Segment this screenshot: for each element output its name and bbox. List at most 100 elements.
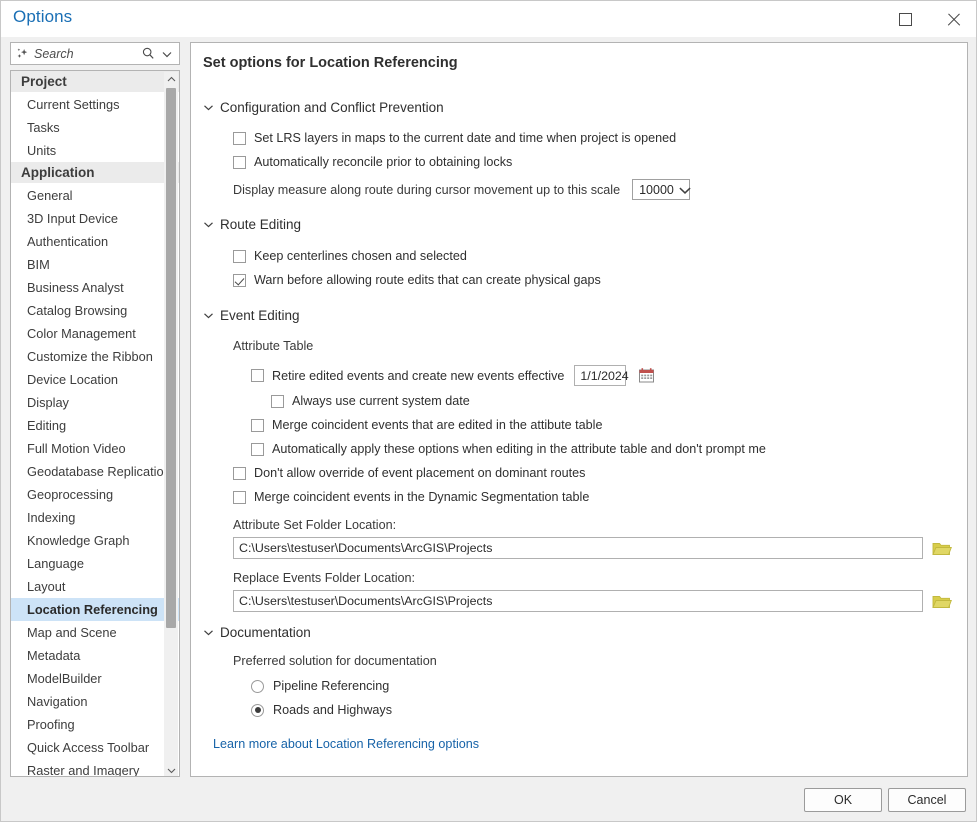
chevron-down-icon xyxy=(678,183,692,197)
cancel-button[interactable]: Cancel xyxy=(888,788,966,812)
radio-pipeline-referencing[interactable] xyxy=(251,680,264,693)
chevron-down-icon xyxy=(203,219,214,230)
folder-icon[interactable] xyxy=(932,540,952,557)
section-event-editing: Event Editing Attribute Table Retire edi… xyxy=(191,308,968,612)
replace-events-folder-input[interactable]: C:\Users\testuser\Documents\ArcGIS\Proje… xyxy=(233,590,923,612)
sidebar-item-full-motion-video[interactable]: Full Motion Video xyxy=(11,437,179,460)
checkbox-warn-gaps[interactable] xyxy=(233,274,246,287)
search-box[interactable]: Search xyxy=(10,42,180,65)
sidebar-item-customize-the-ribbon[interactable]: Customize the Ribbon xyxy=(11,345,179,368)
checkbox-auto-apply-options[interactable] xyxy=(251,443,264,456)
sidebar-group-application[interactable]: Application xyxy=(11,162,179,184)
close-icon xyxy=(946,12,961,27)
checkbox-row-auto-apply[interactable]: Automatically apply these options when e… xyxy=(251,442,968,456)
checkbox-merge-coincident-attribute[interactable] xyxy=(251,419,264,432)
sidebar-item-current-settings[interactable]: Current Settings xyxy=(11,93,179,116)
close-button[interactable] xyxy=(930,1,976,37)
search-input[interactable]: Search xyxy=(34,47,141,61)
chevron-down-icon xyxy=(203,627,214,638)
sidebar-item-layout[interactable]: Layout xyxy=(11,575,179,598)
nav-scrollbar[interactable] xyxy=(164,72,178,777)
ok-button[interactable]: OK xyxy=(804,788,882,812)
sidebar-item-bim[interactable]: BIM xyxy=(11,253,179,276)
radio-label-pipeline: Pipeline Referencing xyxy=(273,679,389,693)
section-title: Route Editing xyxy=(220,217,301,232)
sidebar-item-knowledge-graph[interactable]: Knowledge Graph xyxy=(11,529,179,552)
sidebar-item-3d-input-device[interactable]: 3D Input Device xyxy=(11,207,179,230)
attribute-set-folder-label: Attribute Set Folder Location: xyxy=(233,518,968,532)
sidebar-item-units[interactable]: Units xyxy=(11,139,179,162)
checkbox-lrs-layers[interactable] xyxy=(233,132,246,145)
scale-value: 10000 xyxy=(639,183,674,197)
section-header-configuration[interactable]: Configuration and Conflict Prevention xyxy=(191,100,968,115)
sidebar-item-geoprocessing[interactable]: Geoprocessing xyxy=(11,483,179,506)
chevron-down-icon[interactable] xyxy=(160,47,174,61)
sidebar-item-authentication[interactable]: Authentication xyxy=(11,230,179,253)
sidebar-group-project[interactable]: Project xyxy=(11,71,179,93)
sidebar-item-tasks[interactable]: Tasks xyxy=(11,116,179,139)
replace-events-folder-label: Replace Events Folder Location: xyxy=(233,571,968,585)
checkbox-keep-centerlines[interactable] xyxy=(233,250,246,263)
attribute-table-label: Attribute Table xyxy=(233,339,968,353)
chevron-down-icon xyxy=(167,767,176,774)
checkbox-row-keep-centerlines[interactable]: Keep centerlines chosen and selected xyxy=(233,249,968,263)
sidebar-item-device-location[interactable]: Device Location xyxy=(11,368,179,391)
sidebar-item-proofing[interactable]: Proofing xyxy=(11,713,179,736)
calendar-icon[interactable] xyxy=(638,367,655,384)
sidebar-item-indexing[interactable]: Indexing xyxy=(11,506,179,529)
checkbox-row-dominant-routes[interactable]: Don't allow override of event placement … xyxy=(233,466,968,480)
section-header-event-editing[interactable]: Event Editing xyxy=(191,308,968,323)
sidebar-item-catalog-browsing[interactable]: Catalog Browsing xyxy=(11,299,179,322)
sidebar-item-navigation[interactable]: Navigation xyxy=(11,690,179,713)
checkbox-label-reconcile: Automatically reconcile prior to obtaini… xyxy=(254,155,512,169)
sidebar-item-display[interactable]: Display xyxy=(11,391,179,414)
checkbox-label-merge-attrib: Merge coincident events that are edited … xyxy=(272,418,602,432)
checkbox-row-reconcile[interactable]: Automatically reconcile prior to obtaini… xyxy=(233,155,968,169)
scroll-down-button[interactable] xyxy=(164,763,178,777)
sidebar-item-location-referencing[interactable]: Location Referencing xyxy=(11,598,179,621)
checkbox-always-system-date[interactable] xyxy=(271,395,284,408)
sidebar-item-business-analyst[interactable]: Business Analyst xyxy=(11,276,179,299)
checkbox-row-lrs-layers[interactable]: Set LRS layers in maps to the current da… xyxy=(233,131,968,145)
sidebar-item-raster-and-imagery[interactable]: Raster and Imagery xyxy=(11,759,179,777)
sidebar-item-general[interactable]: General xyxy=(11,184,179,207)
checkbox-dominant-routes[interactable] xyxy=(233,467,246,480)
folder-icon[interactable] xyxy=(932,593,952,610)
checkbox-label-dominant-routes: Don't allow override of event placement … xyxy=(254,466,585,480)
checkbox-retire-events[interactable] xyxy=(251,369,264,382)
section-route-editing: Route Editing Keep centerlines chosen an… xyxy=(191,217,968,287)
sidebar-item-language[interactable]: Language xyxy=(11,552,179,575)
radio-row-roads[interactable]: Roads and Highways xyxy=(251,703,968,717)
sidebar-item-editing[interactable]: Editing xyxy=(11,414,179,437)
search-icon[interactable] xyxy=(141,46,156,61)
sidebar-item-color-management[interactable]: Color Management xyxy=(11,322,179,345)
section-header-documentation[interactable]: Documentation xyxy=(191,625,968,640)
settings-nav-list[interactable]: ProjectCurrent SettingsTasksUnitsApplica… xyxy=(11,71,179,776)
options-content-panel: Set options for Location Referencing Con… xyxy=(190,42,968,777)
checkbox-row-warn-gaps[interactable]: Warn before allowing route edits that ca… xyxy=(233,273,968,287)
checkbox-label-lrs-layers: Set LRS layers in maps to the current da… xyxy=(254,131,676,145)
sidebar-item-metadata[interactable]: Metadata xyxy=(11,644,179,667)
learn-more-link[interactable]: Learn more about Location Referencing op… xyxy=(213,737,479,751)
checkbox-row-merge-attrib[interactable]: Merge coincident events that are edited … xyxy=(251,418,968,432)
checkbox-row-retire-events[interactable]: Retire edited events and create new even… xyxy=(251,365,968,386)
sidebar-item-geodatabase-replication[interactable]: Geodatabase Replication xyxy=(11,460,179,483)
checkbox-row-merge-dynseg[interactable]: Merge coincident events in the Dynamic S… xyxy=(233,490,968,504)
scale-dropdown[interactable]: 10000 xyxy=(632,179,690,200)
radio-roads-and-highways[interactable] xyxy=(251,704,264,717)
checkbox-label-keep-centerlines: Keep centerlines chosen and selected xyxy=(254,249,467,263)
effective-date-input[interactable]: 1/1/2024 xyxy=(574,365,626,386)
sidebar-item-modelbuilder[interactable]: ModelBuilder xyxy=(11,667,179,690)
sidebar-item-quick-access-toolbar[interactable]: Quick Access Toolbar xyxy=(11,736,179,759)
sidebar-item-map-and-scene[interactable]: Map and Scene xyxy=(11,621,179,644)
nav-scroll-thumb[interactable] xyxy=(166,88,176,628)
scroll-up-button[interactable] xyxy=(164,72,178,86)
maximize-button[interactable] xyxy=(882,1,928,37)
attribute-set-folder-input[interactable]: C:\Users\testuser\Documents\ArcGIS\Proje… xyxy=(233,537,923,559)
section-header-route-editing[interactable]: Route Editing xyxy=(191,217,968,232)
checkbox-row-system-date[interactable]: Always use current system date xyxy=(271,394,968,408)
checkbox-merge-dynamic-segmentation[interactable] xyxy=(233,491,246,504)
radio-row-pipeline[interactable]: Pipeline Referencing xyxy=(251,679,968,693)
checkbox-auto-reconcile[interactable] xyxy=(233,156,246,169)
page-title: Set options for Location Referencing xyxy=(203,55,458,71)
